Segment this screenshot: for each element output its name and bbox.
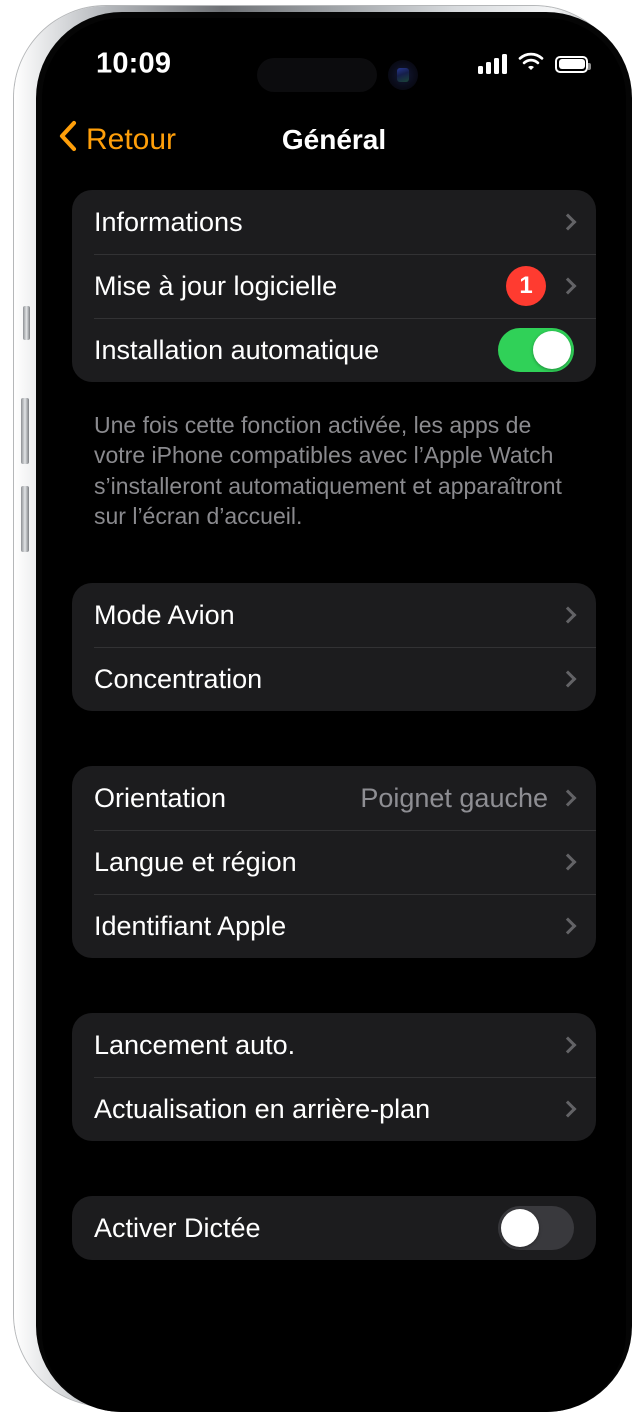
settings-row-label: Actualisation en arrière-plan: [94, 1093, 431, 1124]
wifi-icon: [518, 52, 544, 76]
volume-up-button[interactable]: [21, 398, 29, 464]
chevron-right-icon: [559, 853, 577, 871]
toggle-switch-activer-dictee[interactable]: [498, 1206, 574, 1251]
settings-row-label: Installation automatique: [94, 334, 380, 365]
settings-row-label: Identifiant Apple: [94, 910, 287, 941]
settings-row-label: Informations: [94, 206, 243, 237]
settings-row-value: Poignet gauche: [360, 782, 548, 813]
chevron-right-icon: [559, 277, 577, 295]
front-camera-icon: [388, 60, 418, 90]
dictation-group: Activer Dictée: [72, 1196, 596, 1261]
modes-group: Mode Avion Concentration: [72, 583, 596, 712]
settings-list[interactable]: Informations Mise à jour logicielle 1 Insta…: [42, 190, 626, 1412]
apps-group: Lancement auto. Actualisation en arrière-…: [72, 1013, 596, 1142]
settings-row-identifiant-apple[interactable]: Identifiant Apple: [72, 894, 596, 958]
updates-group: Informations Mise à jour logicielle 1 Insta…: [72, 190, 596, 382]
settings-row-concentration[interactable]: Concentration: [72, 647, 596, 711]
chevron-right-icon: [559, 789, 577, 807]
chevron-right-icon: [559, 213, 577, 231]
device-frame: 10:09 Retour Général Informations Mise à…: [14, 6, 632, 1412]
chevron-right-icon: [559, 1036, 577, 1054]
settings-row-label: Langue et région: [94, 846, 297, 877]
settings-row-label: Mise à jour logicielle: [94, 270, 338, 301]
navigation-bar: Retour Général: [42, 114, 626, 178]
chevron-right-icon: [559, 670, 577, 688]
settings-row-lancement-auto[interactable]: Lancement auto.: [72, 1013, 596, 1077]
status-bar-time: 10:09: [96, 47, 172, 80]
dynamic-island: [257, 58, 377, 92]
chevron-right-icon: [559, 1100, 577, 1118]
settings-row-label: Mode Avion: [94, 599, 235, 630]
settings-row-label: Orientation: [94, 782, 227, 813]
settings-row-langue-et-region[interactable]: Langue et région: [72, 830, 596, 894]
toggle-knob: [533, 331, 571, 369]
status-bar: 10:09: [42, 18, 626, 92]
settings-row-orientation[interactable]: Orientation Poignet gauche: [72, 766, 596, 830]
settings-row-installation-automatique[interactable]: Installation automatique: [72, 318, 596, 382]
settings-row-label: Activer Dictée: [94, 1212, 261, 1243]
settings-row-label: Lancement auto.: [94, 1029, 296, 1060]
toggle-knob: [501, 1209, 539, 1248]
group-footer-text: Une fois cette fonction activée, les app…: [94, 412, 562, 530]
settings-row-informations[interactable]: Informations: [72, 190, 596, 254]
volume-down-button[interactable]: [21, 486, 29, 552]
status-bar-icons: [478, 52, 591, 76]
device-group: Orientation Poignet gauche Langue et régio…: [72, 766, 596, 959]
toggle-switch-installation-automatique[interactable]: [498, 328, 574, 372]
settings-row-mode-avion[interactable]: Mode Avion: [72, 583, 596, 647]
chevron-right-icon: [559, 917, 577, 935]
chevron-right-icon: [559, 606, 577, 624]
settings-row-actualisation-en-arriere-plan[interactable]: Actualisation en arrière-plan: [72, 1077, 596, 1141]
phone-screen: 10:09 Retour Général Informations Mise à…: [42, 18, 626, 1412]
silent-switch-button[interactable]: [23, 306, 30, 340]
battery-fill-level: [558, 59, 585, 69]
cellular-bars-icon: [478, 54, 507, 74]
page-title: Général: [281, 124, 387, 155]
battery-full-icon: [555, 55, 591, 73]
status-badge: 1: [506, 266, 546, 306]
settings-row-mise-a-jour-logicielle[interactable]: Mise à jour logicielle 1: [72, 254, 596, 318]
settings-row-label: Concentration: [94, 663, 263, 694]
settings-row-activer-dictee[interactable]: Activer Dictée: [72, 1196, 596, 1260]
